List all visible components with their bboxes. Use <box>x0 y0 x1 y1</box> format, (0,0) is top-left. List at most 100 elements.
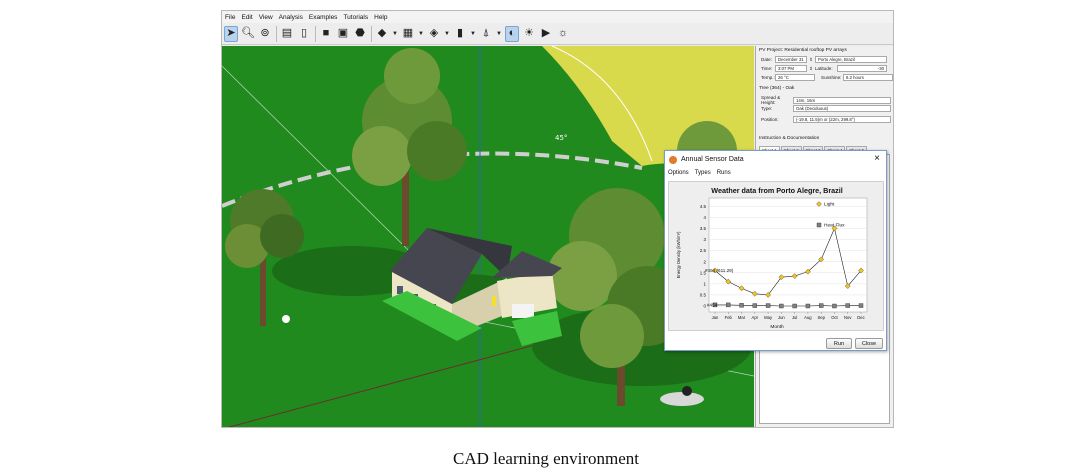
data-point-heat-flux <box>765 303 771 308</box>
roof-icon[interactable]: ⬣ <box>353 26 367 42</box>
data-point-heat-flux <box>792 303 797 309</box>
y-tick-label: 1 <box>703 281 706 286</box>
animation-icon[interactable]: ▶ <box>539 26 553 42</box>
menu-analysis[interactable]: Analysis <box>276 14 306 21</box>
chevron-down-icon[interactable]: ▼ <box>392 26 398 42</box>
temp-row: Temp.: 26 °C Sunshine: 8.2 hours <box>761 74 893 81</box>
dialog-menu-bar: Options Types Runs <box>665 170 734 179</box>
handle-point[interactable] <box>282 315 290 323</box>
y-tick-label: 4.5 <box>700 204 707 209</box>
menu-file[interactable]: File <box>222 14 238 21</box>
spinner-icon[interactable]: ⇕ <box>807 57 815 63</box>
run-button[interactable]: Run <box>826 338 852 349</box>
x-tick-label: Oct <box>831 315 838 320</box>
x-axis-label: Month <box>770 324 784 330</box>
menu-help[interactable]: Help <box>371 14 390 21</box>
latitude-label: Latitude: <box>815 66 833 71</box>
type-row: Type: Oak (Deciduous) <box>761 105 891 112</box>
legend-marker-heat-flux <box>816 222 822 228</box>
latitude-field[interactable]: -30 <box>837 65 887 72</box>
menu-options[interactable]: Options <box>665 170 692 179</box>
shadow-icon[interactable]: ◐ <box>505 25 519 42</box>
menu-runs[interactable]: Runs <box>714 170 734 179</box>
close-button[interactable]: Close <box>855 338 883 349</box>
toolbar-separator <box>371 25 372 42</box>
chevron-down-icon[interactable]: ▼ <box>470 26 476 42</box>
y-tick-label: 4 <box>703 215 706 220</box>
y-tick-label: 2 <box>703 259 706 264</box>
position-label: Position: <box>761 117 779 122</box>
date-label: Date: <box>761 57 772 62</box>
toolbar-separator <box>315 25 316 42</box>
chevron-down-icon[interactable]: ▼ <box>418 26 424 42</box>
menu-view[interactable]: View <box>256 14 276 21</box>
heliodon-icon[interactable]: ☼ <box>556 26 570 42</box>
x-tick-label: Feb <box>725 315 733 320</box>
dialog-titlebar: Annual Sensor Data × <box>665 151 886 168</box>
chart-title: Weather data from Porto Alegre, Brazil <box>711 186 842 195</box>
angle-label: 45° <box>555 134 567 142</box>
data-point-heat-flux <box>779 303 784 309</box>
door-icon[interactable]: ▮ <box>453 26 467 42</box>
date-row: Date: December 31 ⇕ Porto Alegre, Brazil <box>761 56 887 63</box>
zoom-icon[interactable]: 🔍︎ <box>241 26 255 42</box>
type-label: Type: <box>761 106 773 111</box>
type-field[interactable]: Oak (Deciduous) <box>793 105 891 112</box>
panel-icon[interactable]: ◆ <box>375 26 389 42</box>
spread-label: Spread & Height: <box>761 95 781 105</box>
data-point-heat-flux <box>832 303 837 309</box>
sun-icon[interactable]: ☀ <box>522 26 536 42</box>
data-point-heat-flux <box>726 302 731 308</box>
data-point-heat-flux <box>739 303 744 308</box>
sunshine-field: 8.2 hours <box>843 74 893 81</box>
x-tick-label: Jan <box>712 315 719 320</box>
x-tick-label: Jul <box>792 315 797 320</box>
x-tick-label: Nov <box>844 315 852 320</box>
instruction-header: Instruction & Documentation <box>759 136 820 141</box>
x-tick-label: Aug <box>804 315 812 320</box>
tree-center[interactable] <box>352 48 467 246</box>
legend-label-heat-flux: Heat Flux <box>824 223 845 229</box>
building-icon[interactable]: ■ <box>319 26 333 42</box>
menu-tutorials[interactable]: Tutorials <box>340 14 371 21</box>
menu-edit[interactable]: Edit <box>238 14 255 21</box>
location-select[interactable]: Porto Alegre, Brazil <box>815 56 887 63</box>
tree-icon[interactable]: ⍋ <box>479 26 493 42</box>
annotation-label: #454 (611.29) <box>705 268 734 273</box>
close-icon[interactable]: × <box>874 153 880 164</box>
y-tick-label: 3.5 <box>700 226 707 231</box>
spread-row: Spread & Height: 14m, 16m <box>761 95 891 105</box>
chevron-down-icon[interactable]: ▼ <box>496 26 502 42</box>
data-point-heat-flux <box>845 303 850 308</box>
select-pointer-icon[interactable]: ➤ <box>224 25 238 42</box>
toolbar: ➤ 🔍︎ ⊚ ▤ ▯ ■ ▣ ⬣ ◆ ▼ ▦ ▼ ◈ ▼ ▮ ▼ ⍋ ▼ ◐ ☀… <box>222 23 893 45</box>
heliodon-sun <box>682 386 692 396</box>
rack-icon[interactable]: ▦ <box>401 26 415 42</box>
y-axis-label: Energy Density (kWh/m²) <box>676 231 681 278</box>
temp-field: 26 °C <box>775 74 815 81</box>
y-tick-label: 0.5 <box>700 293 707 298</box>
chevron-down-icon[interactable]: ▼ <box>444 26 450 42</box>
wall-icon[interactable]: ▣ <box>336 26 350 42</box>
app-logo-icon <box>669 155 677 164</box>
time-field[interactable]: 3:07 PM <box>775 65 807 72</box>
spread-field[interactable]: 14m, 16m <box>793 96 891 104</box>
time-label: Time: <box>761 66 773 71</box>
y-tick-label: 2.5 <box>700 248 707 253</box>
position-field[interactable]: (-19.8, 11.5)m or (22m, 299.8°) <box>793 116 891 123</box>
data-point-heat-flux <box>805 303 811 309</box>
menu-types[interactable]: Types <box>692 170 714 179</box>
spinner-icon[interactable]: ⇕ <box>807 66 815 72</box>
x-tick-label: Mar <box>738 315 746 320</box>
date-field[interactable]: December 31 <box>775 56 807 63</box>
notes-icon[interactable]: ▯ <box>297 26 311 42</box>
position-row: Position: (-19.8, 11.5)m or (22m, 299.8°… <box>761 116 891 123</box>
menu-examples[interactable]: Examples <box>306 14 341 21</box>
rotate-view-icon[interactable]: ⊚ <box>258 26 272 42</box>
x-tick-label: May <box>764 315 773 320</box>
printer-icon[interactable]: ▤ <box>280 26 294 42</box>
window-icon[interactable]: ◈ <box>427 26 441 42</box>
legend-label-light: Light <box>824 202 835 208</box>
x-tick-label: Sep <box>817 315 825 320</box>
data-point-heat-flux <box>752 303 758 308</box>
